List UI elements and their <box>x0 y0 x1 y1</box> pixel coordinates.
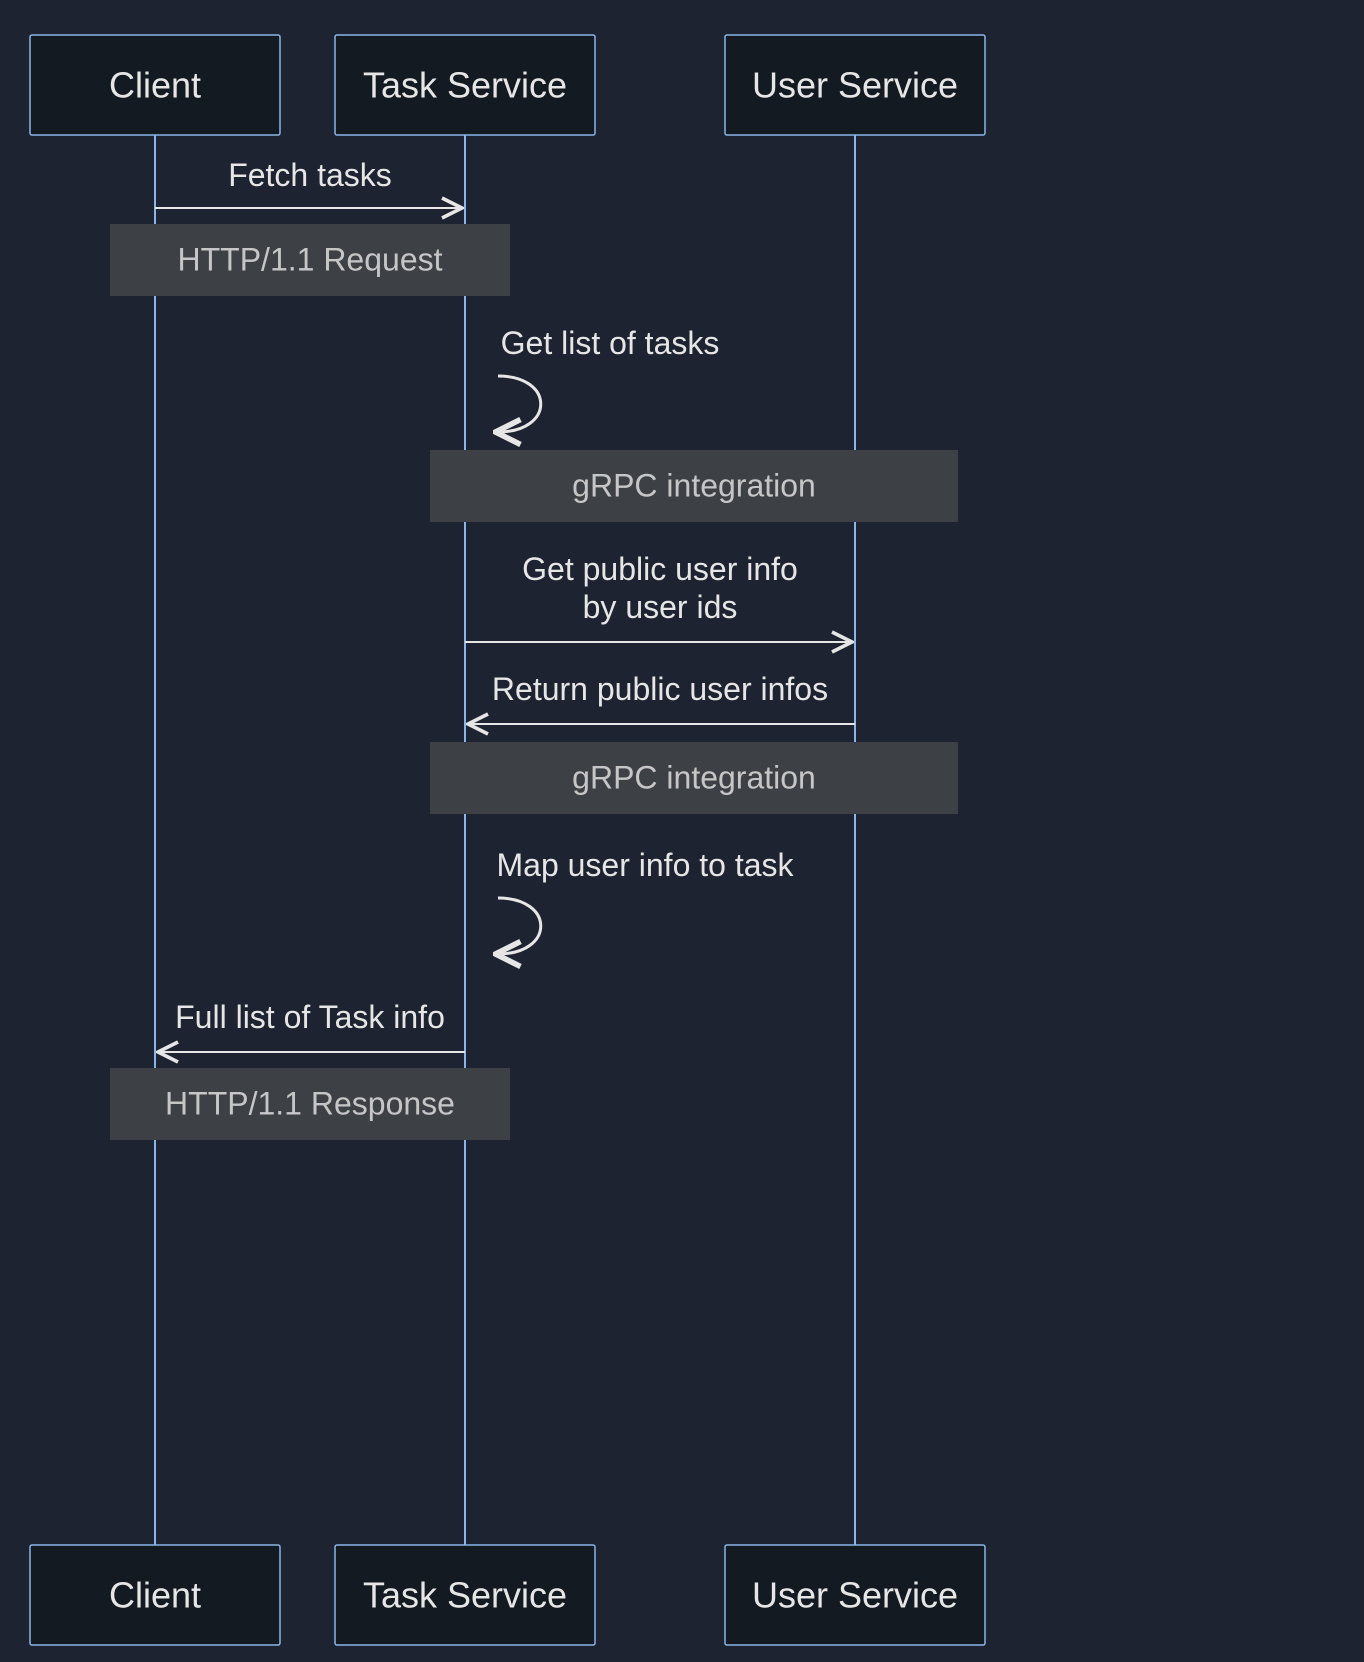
msg-get-public-user-info-label-2: by user ids <box>583 589 738 625</box>
note-grpc-2-label: gRPC integration <box>572 759 816 795</box>
actor-client-top-label: Client <box>109 65 201 106</box>
actor-user-service-top-label: User Service <box>752 65 958 106</box>
actor-client-bottom-label: Client <box>109 1575 201 1616</box>
msg-get-public-user-info-label-1: Get public user info <box>522 551 798 587</box>
msg-map-user-info-loop <box>498 898 541 954</box>
msg-return-public-user-infos-label: Return public user infos <box>492 671 828 707</box>
msg-map-user-info-label: Map user info to task <box>496 847 794 883</box>
actor-user-service-bottom-label: User Service <box>752 1575 958 1616</box>
msg-get-list-tasks-loop <box>498 376 541 432</box>
msg-full-list-task-info-label: Full list of Task info <box>175 999 445 1035</box>
note-http-request-label: HTTP/1.1 Request <box>178 241 443 277</box>
actor-task-service-top-label: Task Service <box>363 65 567 106</box>
sequence-diagram: Client Task Service User Service Fetch t… <box>0 0 1364 1662</box>
msg-get-list-tasks-label: Get list of tasks <box>501 325 720 361</box>
actor-task-service-bottom-label: Task Service <box>363 1575 567 1616</box>
msg-fetch-tasks-label: Fetch tasks <box>228 157 392 193</box>
note-http-response-label: HTTP/1.1 Response <box>165 1085 455 1121</box>
note-grpc-1-label: gRPC integration <box>572 467 816 503</box>
